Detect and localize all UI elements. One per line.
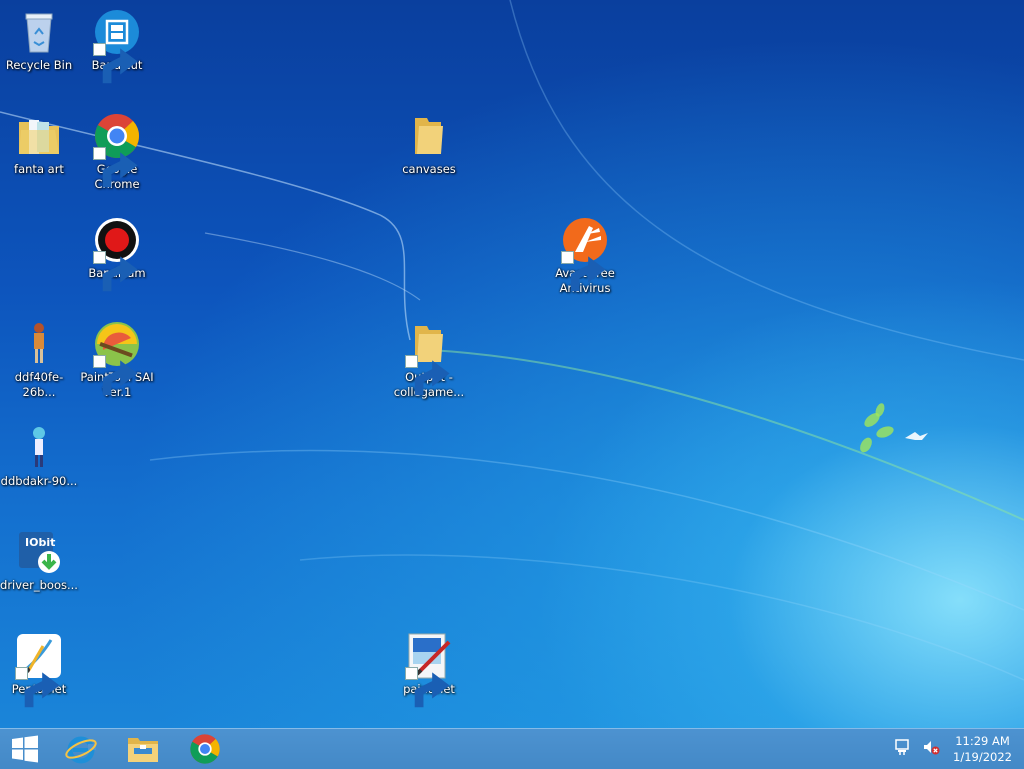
desktop-icon-canvases[interactable]: canvases [390,112,468,177]
desktop-icon-label: fanta art [14,162,64,176]
shortcut-arrow-icon [93,251,138,292]
painttool-sai-icon [93,320,141,396]
svg-text:IObit: IObit [25,536,55,549]
clock-date: 1/19/2022 [953,750,1012,764]
image-file-icon [15,424,63,472]
desktop-icon-ddf40fe[interactable]: ddf40fe-26b... [0,320,78,400]
folder-icon [405,112,453,160]
image-file-icon [15,320,63,368]
desktop-icon-driver-booster[interactable]: IObit driver_boos... [0,528,78,593]
chrome-icon [93,112,141,188]
paintnet-icon [405,632,453,708]
taskbar-google-chrome[interactable] [174,729,236,769]
network-icon[interactable] [894,738,916,760]
desktop-icon-google-chrome[interactable]: Google Chrome [78,112,156,192]
desktop-icon-output-collegame[interactable]: Output - collegame... [390,320,468,400]
shortcut-arrow-icon [405,667,450,708]
desktop-icon-label: ddbdakr-90... [0,474,78,488]
file-explorer-icon [128,738,158,762]
bandicam-icon [93,216,141,292]
desktop-icon-label: canvases [402,162,456,176]
iobit-driver-booster-icon: IObit [15,528,63,576]
shortcut-arrow-icon [561,251,606,292]
desktop-icon-bandicut[interactable]: Bandicut [78,8,156,84]
desktop-icon-label: Recycle Bin [5,58,73,72]
desktop-icon-ddbdakr[interactable]: ddbdakr-90... [0,424,78,489]
system-tray [894,729,944,769]
taskbar-file-explorer[interactable] [112,729,174,769]
folder-icon [405,320,453,396]
avast-icon [561,216,609,292]
pentablet-icon [15,632,63,708]
taskbar-internet-explorer[interactable] [50,729,112,769]
taskbar-clock[interactable]: 11:29 AM 1/19/2022 [953,733,1012,765]
desktop-icon-label: driver_boos... [0,578,78,592]
shortcut-arrow-icon [15,667,60,708]
taskbar: 11:29 AM 1/19/2022 [0,728,1024,769]
volume-muted-icon[interactable] [922,738,944,760]
desktop-icon-painttool-sai[interactable]: PaintTool SAI Ver.1 [78,320,156,400]
chrome-icon [190,734,220,764]
clock-time: 11:29 AM [955,734,1010,748]
windows-logo-icon [12,735,38,763]
bandicut-icon [93,8,141,84]
desktop-icon-recycle-bin[interactable]: Recycle Bin [0,8,78,73]
shortcut-arrow-icon [93,355,138,396]
shortcut-arrow-icon [405,355,450,396]
desktop[interactable]: Recycle Bin Bandicut fanta art Google Ch… [0,0,1024,728]
desktop-icon-paintnet[interactable]: paint.net [390,632,468,708]
start-button[interactable] [0,729,50,769]
folder-icon [15,112,63,160]
shortcut-arrow-icon [93,43,138,84]
desktop-icon-bandicam[interactable]: Bandicam [78,216,156,292]
recycle-bin-icon [15,8,63,56]
desktop-icon-fanta-art[interactable]: fanta art [0,112,78,177]
internet-explorer-icon [65,736,97,764]
desktop-icon-label: ddf40fe-26b... [14,370,64,399]
desktop-icon-pentablet[interactable]: Pentablet [0,632,78,708]
desktop-icon-avast-free-antivirus[interactable]: Avast Free Antivirus [546,216,624,296]
shortcut-arrow-icon [93,147,138,188]
